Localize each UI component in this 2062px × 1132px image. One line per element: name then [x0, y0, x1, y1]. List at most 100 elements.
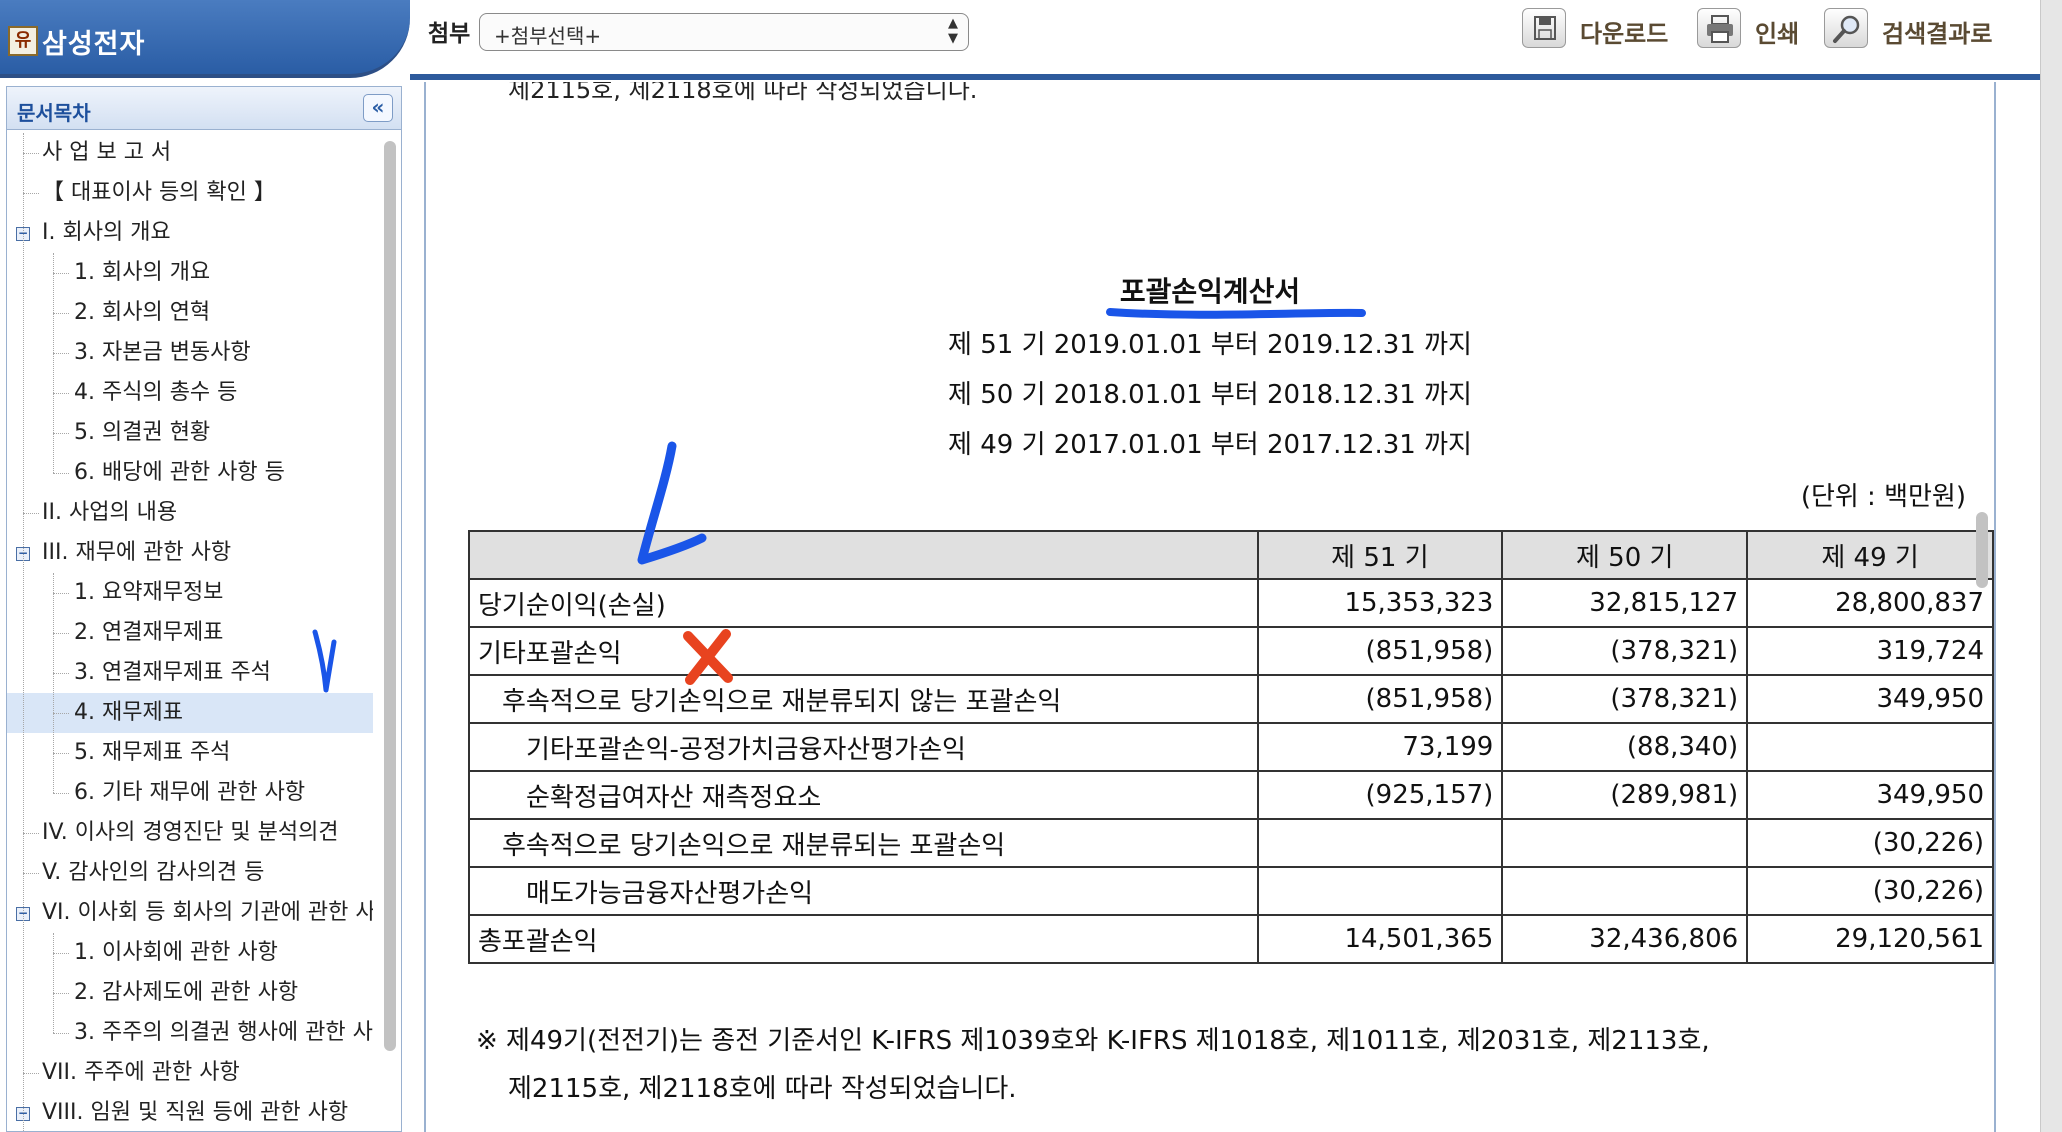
value-cell: (851,958)	[1256, 626, 1504, 676]
period-49: 제 49 기 2017.01.01 부터 2017.12.31 까지	[948, 430, 1472, 460]
collapse-sidebar-button[interactable]: «	[363, 94, 393, 122]
toc-item-label: I. 회사의 개요	[42, 220, 171, 245]
toc-item[interactable]: 5. 의결권 현황	[7, 413, 373, 453]
value-cell: 32,815,127	[1501, 578, 1749, 628]
table-row: 후속적으로 당기손익으로 재분류되지 않는 포괄손익 (851,958) (378,…	[468, 674, 1994, 724]
row-label: 기타포괄손익-공정가치금융자산평가손익	[468, 722, 1259, 772]
content-scrollbar[interactable]	[1974, 512, 1990, 1132]
magnifier-icon	[1824, 8, 1868, 48]
value-cell	[1256, 818, 1504, 868]
toc-item[interactable]: II. 사업의 내용	[7, 493, 373, 533]
column-header: 제 51 기	[1256, 530, 1504, 580]
value-cell: (378,321)	[1501, 674, 1749, 724]
toc-item-label: 4. 재무제표	[74, 700, 183, 725]
toc-item-label: 1. 회사의 개요	[74, 260, 211, 285]
comprehensive-income-table: 제 51 기 제 50 기 제 49 기 당기순이익(손실) 15,353,323…	[468, 530, 1994, 964]
toc-item[interactable]: 1. 회사의 개요	[7, 253, 373, 293]
toc-item-label: II. 사업의 내용	[42, 500, 178, 525]
row-label: 기타포괄손익	[468, 626, 1259, 676]
toc-item[interactable]: 【 대표이사 등의 확인 】	[7, 173, 373, 213]
toc-item[interactable]: VII. 주주에 관한 사항	[7, 1053, 373, 1093]
tree-connector	[53, 753, 69, 754]
table-row: 후속적으로 당기손익으로 재분류되는 포괄손익 (30,226)	[468, 818, 1994, 868]
toc-item-label: IV. 이사의 경영진단 및 분석의견	[42, 820, 339, 845]
value-cell	[1746, 722, 1994, 772]
footnote-line-2: 제2115호, 제2118호에 따라 작성되었습니다.	[508, 1074, 1017, 1104]
partial-note-text: 제2115호, 제2118호에 따라 작성되었습니다.	[508, 82, 978, 104]
toc-item[interactable]: 3. 자본금 변동사항	[7, 333, 373, 373]
attach-select[interactable]: +첨부선택+ ▲ ▼	[479, 13, 969, 51]
toc-item-selected[interactable]: 4. 재무제표	[7, 693, 373, 733]
toc-item[interactable]: 3. 연결재무제표 주석	[7, 653, 373, 693]
toc-item[interactable]: IV. 이사의 경영진단 및 분석의견	[7, 813, 373, 853]
tree-connector	[53, 933, 54, 1033]
toc-item-label: 2. 연결재무제표	[74, 620, 224, 645]
toc-item[interactable]: 2. 연결재무제표	[7, 613, 373, 653]
toc-item[interactable]: 6. 배당에 관한 사항 등	[7, 453, 373, 493]
brand-banner: 유 삼성전자	[0, 0, 410, 78]
value-cell: (88,340)	[1501, 722, 1749, 772]
tree-connector	[53, 993, 69, 994]
toc-header: 문서목차 «	[7, 87, 401, 130]
toc-item-label: 5. 재무제표 주석	[74, 740, 231, 765]
toc-item-label: 【 대표이사 등의 확인 】	[42, 180, 276, 205]
table-row: 매도가능금융자산평가손익 (30,226)	[468, 866, 1994, 916]
toc-item[interactable]: 1. 이사회에 관한 사항	[7, 933, 373, 973]
value-cell: 73,199	[1256, 722, 1504, 772]
window-edge	[2040, 0, 2062, 1132]
tree-connector	[23, 193, 39, 194]
toc-item[interactable]: 4. 주식의 총수 등	[7, 373, 373, 413]
toc-item-label: 1. 요약재무정보	[74, 580, 224, 605]
toc-item[interactable]: − VI. 이사회 등 회사의 기관에 관한 사항	[7, 893, 373, 933]
value-cell: (30,226)	[1746, 866, 1994, 916]
tree-connector	[53, 573, 54, 793]
tree-connector	[23, 873, 39, 874]
toc-item[interactable]: 5. 재무제표 주석	[7, 733, 373, 773]
tree-connector	[53, 313, 69, 314]
toc-item[interactable]: 6. 기타 재무에 관한 사항	[7, 773, 373, 813]
tree-connector	[23, 1073, 39, 1074]
toc-item[interactable]: V. 감사인의 감사의견 등	[7, 853, 373, 893]
tree-connector	[53, 353, 69, 354]
column-header	[468, 530, 1259, 580]
toc-item[interactable]: − I. 회사의 개요	[7, 213, 373, 253]
row-label: 매도가능금융자산평가손익	[468, 866, 1259, 916]
toc-item-label: 6. 기타 재무에 관한 사항	[74, 780, 306, 805]
document-viewer: 제2115호, 제2118호에 따라 작성되었습니다. 포괄손익계산서 제 51…	[424, 82, 1996, 1132]
select-arrows-icon: ▲ ▼	[948, 16, 958, 46]
row-label: 총포괄손익	[468, 914, 1259, 964]
toc-item-label: 2. 회사의 연혁	[74, 300, 211, 325]
tree-connector	[53, 673, 69, 674]
column-header: 제 49 기	[1746, 530, 1994, 580]
toc-item-label: 사 업 보 고 서	[42, 140, 172, 165]
toc-scrollbar-thumb[interactable]	[384, 141, 396, 1051]
toc-title: 문서목차	[17, 101, 91, 125]
toc-item[interactable]: 사 업 보 고 서	[7, 133, 373, 173]
footnote-line-1: ※ 제49기(전전기)는 종전 기준서인 K-IFRS 제1039호와 K-IF…	[476, 1026, 1710, 1056]
toc-item[interactable]: 3. 주주의 의결권 행사에 관한 사항	[7, 1013, 373, 1053]
value-cell: (30,226)	[1746, 818, 1994, 868]
toc-scrollbar[interactable]	[381, 137, 399, 1131]
toc-item[interactable]: 2. 감사제도에 관한 사항	[7, 973, 373, 1013]
attach-label: 첨부	[428, 21, 471, 47]
toc-item-label: VIII. 임원 및 직원 등에 관한 사항	[42, 1100, 349, 1125]
toc-item-label: 5. 의결권 현황	[74, 420, 211, 445]
value-cell	[1501, 866, 1749, 916]
toc-item[interactable]: − III. 재무에 관한 사항	[7, 533, 373, 573]
toc-item[interactable]: 2. 회사의 연혁	[7, 293, 373, 333]
toc-item[interactable]: − VIII. 임원 및 직원 등에 관한 사항	[7, 1093, 373, 1131]
row-label: 후속적으로 당기손익으로 재분류되지 않는 포괄손익	[468, 674, 1259, 724]
toc-item-label: V. 감사인의 감사의견 등	[42, 860, 265, 885]
value-cell: 15,353,323	[1256, 578, 1504, 628]
value-cell: 319,724	[1746, 626, 1994, 676]
row-label: 순확정급여자산 재측정요소	[468, 770, 1259, 820]
toc-tree: 사 업 보 고 서 【 대표이사 등의 확인 】 − I. 회사의 개요 1. 회사의 …	[7, 129, 379, 1131]
toc-item[interactable]: 1. 요약재무정보	[7, 573, 373, 613]
toc-item-label: 3. 자본금 변동사항	[74, 340, 251, 365]
value-cell: (378,321)	[1501, 626, 1749, 676]
value-cell: 28,800,837	[1746, 578, 1994, 628]
value-cell: (289,981)	[1501, 770, 1749, 820]
value-cell: 29,120,561	[1746, 914, 1994, 964]
value-cell: 32,436,806	[1501, 914, 1749, 964]
content-scrollbar-thumb[interactable]	[1976, 512, 1988, 588]
